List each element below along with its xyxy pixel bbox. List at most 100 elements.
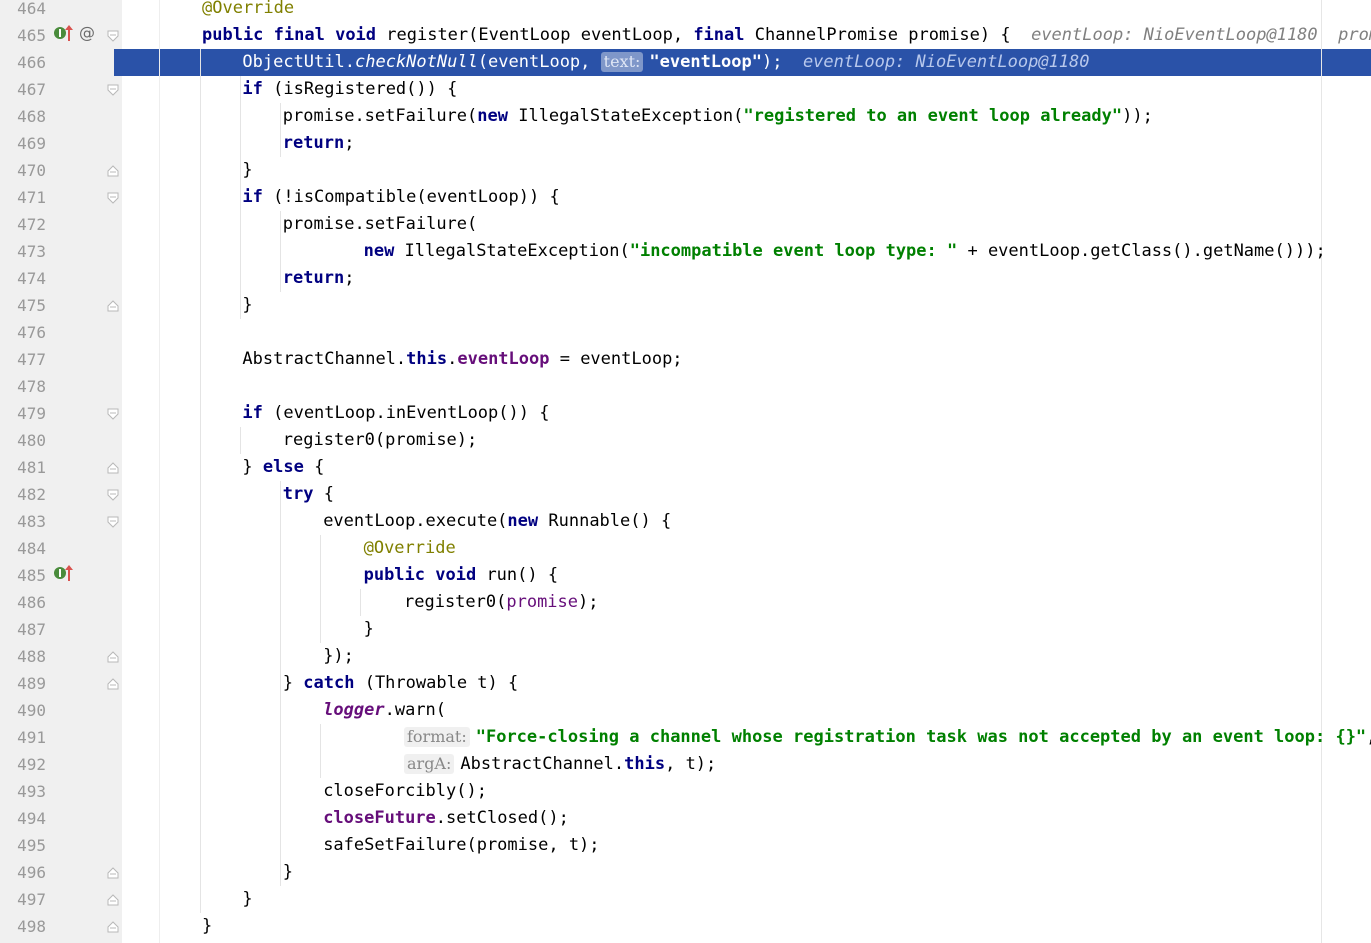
fold-end-icon[interactable]: [107, 651, 119, 663]
code-text[interactable]: closeFuture.setClosed();: [323, 805, 569, 832]
code-line-481[interactable]: 481} else {: [0, 454, 1371, 481]
code-text[interactable]: if (eventLoop.inEventLoop()) {: [242, 400, 549, 427]
line-number[interactable]: 497: [0, 886, 46, 913]
line-number[interactable]: 465: [0, 22, 46, 49]
fold-end-icon[interactable]: [107, 921, 119, 933]
line-number[interactable]: 474: [0, 265, 46, 292]
line-number[interactable]: 498: [0, 913, 46, 940]
line-number[interactable]: 466: [0, 49, 46, 76]
code-line-485[interactable]: 485 public void run() {: [0, 562, 1371, 589]
code-text[interactable]: return;: [283, 130, 355, 157]
code-text[interactable]: if (isRegistered()) {: [242, 76, 457, 103]
fold-end-icon[interactable]: [107, 300, 119, 312]
line-number[interactable]: 488: [0, 643, 46, 670]
code-text[interactable]: argA: AbstractChannel.this, t);: [404, 751, 716, 778]
code-line-493[interactable]: 493 closeForcibly();: [0, 778, 1371, 805]
code-text[interactable]: promise.setFailure(new IllegalStateExcep…: [283, 103, 1153, 130]
code-text[interactable]: safeSetFailure(promise, t);: [323, 832, 599, 859]
line-number[interactable]: 486: [0, 589, 46, 616]
code-text[interactable]: closeForcibly();: [323, 778, 487, 805]
line-number[interactable]: 480: [0, 427, 46, 454]
code-line-497[interactable]: 497}: [0, 886, 1371, 913]
override-up-arrow-icon[interactable]: [64, 564, 86, 586]
line-number[interactable]: 484: [0, 535, 46, 562]
code-line-494[interactable]: 494 closeFuture.setClosed();: [0, 805, 1371, 832]
fold-end-icon[interactable]: [107, 678, 119, 690]
code-line-491[interactable]: 491 format: "Force-closing a channel whose…: [0, 724, 1371, 751]
line-number[interactable]: 496: [0, 859, 46, 886]
code-line-495[interactable]: 495 safeSetFailure(promise, t);: [0, 832, 1371, 859]
line-number[interactable]: 470: [0, 157, 46, 184]
line-number[interactable]: 485: [0, 562, 46, 589]
line-number[interactable]: 479: [0, 400, 46, 427]
code-text[interactable]: new IllegalStateException("incompatible …: [364, 238, 1326, 265]
line-number[interactable]: 482: [0, 481, 46, 508]
code-line-465[interactable]: 465 public final void register(EventLoop …: [0, 22, 1371, 49]
fold-open-icon[interactable]: [107, 192, 119, 204]
code-text[interactable]: } else {: [242, 454, 324, 481]
code-line-488[interactable]: 488});: [0, 643, 1371, 670]
code-text[interactable]: });: [323, 643, 354, 670]
line-number[interactable]: 487: [0, 616, 46, 643]
code-line-474[interactable]: 474 return;: [0, 265, 1371, 292]
code-text[interactable]: }: [242, 292, 252, 319]
fold-open-icon[interactable]: [107, 84, 119, 96]
line-number[interactable]: 483: [0, 508, 46, 535]
line-number[interactable]: 495: [0, 832, 46, 859]
code-text[interactable]: return;: [283, 265, 355, 292]
line-number[interactable]: 478: [0, 373, 46, 400]
code-text[interactable]: if (!isCompatible(eventLoop)) {: [242, 184, 559, 211]
code-line-479[interactable]: 479 if (eventLoop.inEventLoop()) {: [0, 400, 1371, 427]
fold-end-icon[interactable]: [107, 867, 119, 879]
code-line-496[interactable]: 496}: [0, 859, 1371, 886]
code-line-467[interactable]: 467 if (isRegistered()) {: [0, 76, 1371, 103]
code-text[interactable]: public final void register(EventLoop eve…: [202, 22, 1371, 49]
line-number[interactable]: 493: [0, 778, 46, 805]
code-line-476[interactable]: 476: [0, 319, 1371, 346]
code-text[interactable]: register0(promise);: [283, 427, 477, 454]
code-line-498[interactable]: 498}: [0, 913, 1371, 940]
code-line-477[interactable]: 477 AbstractChannel.this.eventLoop = even…: [0, 346, 1371, 373]
code-text[interactable]: AbstractChannel.this.eventLoop = eventLo…: [242, 346, 682, 373]
code-text[interactable]: }: [242, 157, 252, 184]
line-number[interactable]: 490: [0, 697, 46, 724]
code-line-492[interactable]: 492 argA: AbstractChannel.this, t);: [0, 751, 1371, 778]
fold-end-icon[interactable]: [107, 165, 119, 177]
code-text[interactable]: register0(promise);: [404, 589, 599, 616]
line-number[interactable]: 477: [0, 346, 46, 373]
line-number[interactable]: 473: [0, 238, 46, 265]
code-line-482[interactable]: 482 try {: [0, 481, 1371, 508]
line-number[interactable]: 491: [0, 724, 46, 751]
code-text[interactable]: eventLoop.execute(new Runnable() {: [323, 508, 671, 535]
code-line-470[interactable]: 470}: [0, 157, 1371, 184]
code-line-489[interactable]: 489} catch (Throwable t) {: [0, 670, 1371, 697]
line-number[interactable]: 471: [0, 184, 46, 211]
code-line-480[interactable]: 480 register0(promise);: [0, 427, 1371, 454]
fold-open-icon[interactable]: [107, 30, 119, 42]
code-text[interactable]: public void run() {: [364, 562, 559, 589]
line-number[interactable]: 468: [0, 103, 46, 130]
line-number[interactable]: 469: [0, 130, 46, 157]
code-line-478[interactable]: 478: [0, 373, 1371, 400]
line-number[interactable]: 476: [0, 319, 46, 346]
fold-open-icon[interactable]: [107, 408, 119, 420]
code-text[interactable]: }: [242, 886, 252, 913]
code-text[interactable]: promise.setFailure(: [283, 211, 477, 238]
fold-end-icon[interactable]: [107, 894, 119, 906]
code-line-487[interactable]: 487}: [0, 616, 1371, 643]
line-number[interactable]: 464: [0, 0, 46, 22]
code-line-483[interactable]: 483 eventLoop.execute(new Runnable() {: [0, 508, 1371, 535]
code-text[interactable]: try {: [283, 481, 334, 508]
line-number[interactable]: 489: [0, 670, 46, 697]
annotation-at-icon[interactable]: @: [78, 23, 96, 46]
code-text[interactable]: @Override: [202, 0, 294, 22]
line-number[interactable]: 472: [0, 211, 46, 238]
fold-open-icon[interactable]: [107, 489, 119, 501]
code-line-484[interactable]: 484 @Override: [0, 535, 1371, 562]
code-line-490[interactable]: 490 logger.warn(: [0, 697, 1371, 724]
line-number[interactable]: 467: [0, 76, 46, 103]
code-text[interactable]: logger.warn(: [323, 697, 446, 724]
code-line-475[interactable]: 475}: [0, 292, 1371, 319]
code-text[interactable]: }: [364, 616, 374, 643]
line-number[interactable]: 475: [0, 292, 46, 319]
